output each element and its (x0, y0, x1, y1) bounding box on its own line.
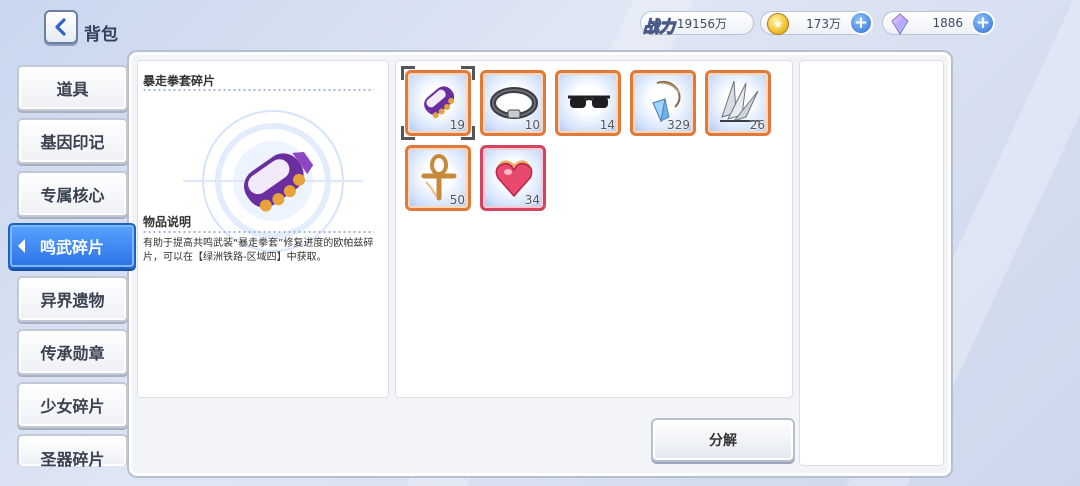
item-name: 暴走拳套碎片 (143, 74, 216, 88)
description-title: 物品说明 (143, 215, 192, 229)
item-detail-panel: 暴走拳套碎片 物品说明 有助于提高共鸣武装“暴走拳套”修复进度的欧帕兹碎片，可以… (137, 60, 389, 398)
chevron-left-icon (55, 18, 66, 36)
combat-power-label: 战力 (642, 17, 676, 37)
item-count: 26 (749, 118, 765, 132)
gold-value: 173万 (806, 16, 841, 31)
tab-legacy-medals[interactable]: 传承勋章 (17, 329, 128, 375)
item-slot-feather-blades[interactable]: 26 (705, 70, 771, 136)
item-slot-collar[interactable]: 10 (480, 70, 546, 136)
combat-power-display: 战力 19156万 (640, 11, 754, 37)
selection-corner (461, 66, 475, 80)
tab-exclusive-cores[interactable]: 专属核心 (17, 171, 128, 217)
description-text: 有助于提高共鸣武装“暴走拳套”修复进度的欧帕兹碎片，可以在【绿洲铁路-区域四】中… (143, 238, 374, 263)
tab-items[interactable]: 道具 (17, 65, 128, 111)
item-slot-heart[interactable]: 34 (480, 145, 546, 211)
gold-coin-icon: ★ (767, 13, 789, 35)
tab-label: 鸣武碎片 (39, 238, 104, 257)
tab-relic-fragments[interactable]: 圣器碎片 (17, 434, 128, 469)
gem-currency-display: 1886 + (882, 11, 995, 35)
tab-resonance-weapon-fragments[interactable]: 鸣武碎片 (8, 223, 136, 269)
crystal-gem-icon (891, 13, 909, 35)
selection-corner (401, 126, 415, 140)
item-count: 14 (599, 118, 615, 132)
item-slot-ankh[interactable]: 50 (405, 145, 471, 211)
item-slot-sunglasses[interactable]: 14 (555, 70, 621, 136)
item-count: 34 (524, 193, 540, 207)
add-gold-button[interactable]: + (849, 11, 873, 35)
gem-value: 1886 (932, 16, 963, 30)
back-button[interactable] (44, 10, 78, 44)
item-count: 10 (524, 118, 540, 132)
page-title: 背包 (84, 25, 118, 45)
tab-otherworld-relics[interactable]: 异界遗物 (17, 276, 128, 322)
tab-girl-fragments[interactable]: 少女碎片 (17, 382, 128, 428)
decompose-button[interactable]: 分解 (651, 418, 795, 462)
item-count: 50 (449, 193, 465, 207)
combat-power-value: 19156万 (676, 16, 727, 31)
item-slot-pendant[interactable]: 329 (630, 70, 696, 136)
divider (142, 89, 374, 91)
divider (142, 231, 374, 233)
item-count: 329 (667, 118, 690, 132)
add-gem-button[interactable]: + (971, 11, 995, 35)
selection-corner (461, 126, 475, 140)
gold-currency-display: ★ 173万 + (760, 11, 873, 35)
selection-corner (401, 66, 415, 80)
category-tab-panel (799, 60, 944, 466)
tab-gene-marks[interactable]: 基因印记 (17, 118, 128, 164)
active-tab-arrow-icon (18, 239, 25, 253)
